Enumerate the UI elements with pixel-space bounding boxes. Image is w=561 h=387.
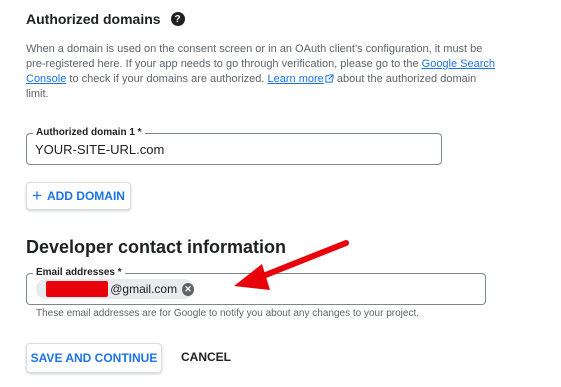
redacted-email-username <box>46 281 109 297</box>
authorized-domain-1-field[interactable]: Authorized domain 1 * YOUR-SITE-URL.com <box>26 127 442 165</box>
external-link-icon <box>325 74 334 83</box>
help-icon[interactable]: ? <box>170 12 185 26</box>
authorized-domain-1-label: Authorized domain 1 * <box>33 127 145 139</box>
description-part1: When a domain is used on the consent scr… <box>26 43 483 70</box>
email-chip[interactable]: @gmail.com ✕ <box>36 279 194 299</box>
developer-contact-title: Developer contact information <box>26 237 287 257</box>
add-domain-label: ADD DOMAIN <box>46 189 125 203</box>
email-addresses-label: Email addresses * <box>33 267 125 279</box>
cancel-circle-icon[interactable]: ✕ <box>182 282 194 296</box>
description-part2: to check if your domains are authorized. <box>66 73 268 85</box>
learn-more-link[interactable]: Learn more <box>268 73 334 85</box>
email-chip-text: @gmail.com <box>110 282 178 296</box>
authorized-domains-title: Authorized domains ? <box>26 11 185 27</box>
save-and-continue-button[interactable]: SAVE AND CONTINUE <box>26 343 162 373</box>
email-hint: These email addresses are for Google to … <box>36 308 419 319</box>
plus-icon: + <box>32 186 42 205</box>
authorized-domains-description: When a domain is used on the consent scr… <box>26 42 496 102</box>
email-addresses-field[interactable]: Email addresses * @gmail.com ✕ <box>26 267 486 305</box>
add-domain-button[interactable]: + ADD DOMAIN <box>26 182 131 210</box>
authorized-domain-1-value[interactable]: YOUR-SITE-URL.com <box>35 142 164 157</box>
learn-more-label: Learn more <box>267 73 324 85</box>
authorized-domains-title-text: Authorized domains <box>26 11 161 27</box>
cancel-button[interactable]: CANCEL <box>176 343 236 371</box>
